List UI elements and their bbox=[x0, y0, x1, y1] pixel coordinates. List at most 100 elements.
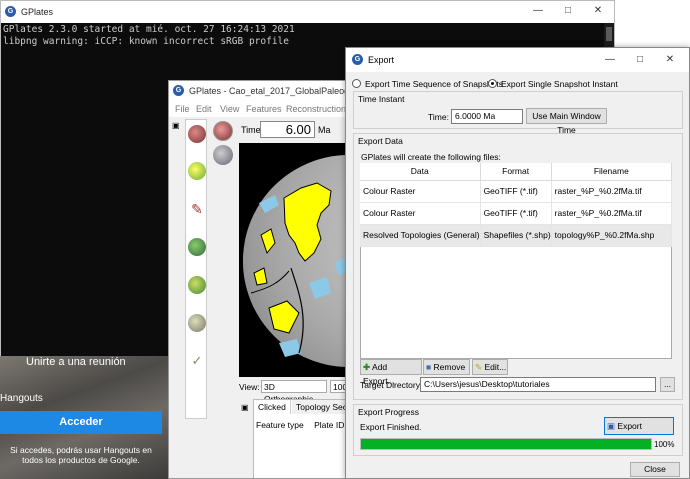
small-circle-icon[interactable] bbox=[188, 314, 206, 332]
table-row[interactable]: Resolved Topologies (General) Shapefiles… bbox=[360, 224, 673, 247]
target-directory-input[interactable]: C:\Users\jesus\Desktop\tutoriales bbox=[420, 377, 656, 392]
view-label: View: bbox=[239, 382, 260, 392]
gplates-main-window: G GPlates - Cao_etal_2017_GlobalPaleogeo… bbox=[168, 80, 353, 479]
export-dialog: G Export — □ ✕ Export Time Sequence of S… bbox=[345, 47, 690, 479]
menu-features[interactable]: Features bbox=[246, 104, 282, 114]
column-filename[interactable]: Filename bbox=[551, 163, 673, 181]
dock-icon[interactable]: ▣ bbox=[241, 403, 249, 412]
topology-icon[interactable] bbox=[188, 238, 206, 256]
hangouts-header: Hangouts bbox=[0, 393, 43, 404]
close-icon[interactable]: ✕ bbox=[662, 54, 678, 65]
edit-icon: ✎ bbox=[475, 362, 483, 372]
feature-tabs: Clicked Topology Sec Feature type Plate … bbox=[253, 399, 352, 478]
cell-format: Shapefiles (*.shp) bbox=[480, 224, 552, 247]
add-icon: ✚ bbox=[363, 362, 371, 372]
hangouts-panel: Unirte a una reunión Hangouts Acceder Si… bbox=[0, 356, 172, 479]
time-input[interactable]: 6.0000 Ma bbox=[451, 109, 523, 124]
column-data[interactable]: Data bbox=[360, 163, 481, 181]
view-controls: View: 3D Orthographic 100 bbox=[239, 379, 352, 404]
cell-format: GeoTIFF (*.tif) bbox=[480, 180, 552, 203]
main-titlebar: G GPlates - Cao_etal_2017_GlobalPaleogeo… bbox=[169, 81, 352, 101]
table-row[interactable]: Colour Raster GeoTIFF (*.tif) raster_%P_… bbox=[360, 202, 673, 225]
export-titlebar: G Export — □ ✕ bbox=[346, 48, 689, 72]
target-directory-label: Target Directory: bbox=[360, 380, 423, 390]
add-export-button[interactable]: ✚ Add Export... bbox=[360, 359, 422, 386]
tab-clicked[interactable]: Clicked bbox=[254, 400, 291, 414]
dock-icon[interactable]: ▣ bbox=[172, 121, 180, 130]
choose-feature-icon[interactable] bbox=[188, 162, 206, 180]
globe-canvas[interactable] bbox=[239, 143, 353, 377]
radio-time-sequence-label[interactable]: Export Time Sequence of Snapshots bbox=[365, 79, 503, 89]
pole-manipulation-icon[interactable] bbox=[188, 276, 206, 294]
export-progress-title: Export Progress bbox=[358, 407, 419, 417]
hangouts-description: Si accedes, podrás usar Hangouts en todo… bbox=[10, 445, 152, 465]
digitise-icon[interactable]: ✎ bbox=[188, 200, 206, 218]
time-unit: Ma bbox=[318, 125, 331, 135]
minimize-icon[interactable]: — bbox=[602, 54, 618, 65]
export-icon: ▣ bbox=[607, 421, 616, 431]
cell-data: Colour Raster bbox=[360, 202, 481, 225]
feature-table-header: Feature type Plate ID bbox=[256, 420, 344, 430]
zoom-globe-icon[interactable] bbox=[213, 145, 233, 165]
table-row[interactable]: Colour Raster GeoTIFF (*.tif) raster_%P_… bbox=[360, 180, 673, 203]
measure-icon[interactable]: ✓ bbox=[188, 352, 206, 370]
radio-single-snapshot-label[interactable]: Export Single Snapshot Instant bbox=[501, 79, 618, 89]
progress-percent: 100% bbox=[654, 440, 675, 449]
close-button[interactable]: Close bbox=[630, 462, 680, 477]
console-title: GPlates bbox=[21, 7, 54, 17]
cell-data: Resolved Topologies (General) bbox=[360, 224, 481, 247]
export-progress-bar bbox=[360, 438, 652, 450]
gplates-app-icon: G bbox=[5, 6, 16, 17]
tool-palette: ✎ ✓ bbox=[185, 119, 207, 419]
time-instant-title: Time Instant bbox=[358, 94, 405, 104]
table-header-row: Data Format Filename bbox=[360, 163, 673, 181]
tab-topology-sections[interactable]: Topology Sec bbox=[292, 400, 352, 414]
gplates-app-icon: G bbox=[352, 54, 363, 65]
edit-button[interactable]: ✎ Edit... bbox=[472, 359, 508, 375]
gplates-app-icon: G bbox=[173, 85, 184, 96]
acceder-button[interactable]: Acceder bbox=[0, 411, 162, 434]
export-title: Export bbox=[368, 55, 395, 65]
console-titlebar: G GPlates — □ ✕ bbox=[1, 1, 614, 23]
join-meeting-text[interactable]: Unirte a una reunión bbox=[26, 356, 126, 368]
export-data-title: Export Data bbox=[358, 136, 403, 146]
cell-filename: topology%P_%0.2fMa.shp bbox=[551, 224, 673, 247]
maximize-icon[interactable]: □ bbox=[632, 54, 648, 65]
tool-options bbox=[209, 119, 237, 171]
cell-filename: raster_%P_%0.2fMa.tif bbox=[551, 180, 673, 203]
drag-globe-icon[interactable] bbox=[188, 125, 206, 143]
use-main-window-time-button[interactable]: Use Main Window Time bbox=[526, 108, 607, 135]
drag-globe-icon[interactable] bbox=[213, 121, 233, 141]
remove-button[interactable]: ■ Remove bbox=[423, 359, 470, 375]
menu-edit[interactable]: Edit bbox=[196, 104, 212, 114]
export-table: Data Format Filename Colour Raster GeoTI… bbox=[360, 163, 673, 247]
time-input[interactable]: 6.00 bbox=[260, 121, 315, 138]
column-feature-type[interactable]: Feature type bbox=[256, 420, 304, 430]
radio-single-snapshot[interactable] bbox=[488, 79, 497, 88]
globe-graphic[interactable] bbox=[239, 143, 353, 377]
close-icon[interactable]: ✕ bbox=[590, 5, 606, 16]
export-snapshot-button[interactable]: ▣ Export Snapshot bbox=[604, 417, 674, 447]
menu-bar: File Edit View Features Reconstruction bbox=[169, 101, 352, 117]
projection-select[interactable]: 3D Orthographic bbox=[261, 380, 327, 404]
menu-view[interactable]: View bbox=[220, 104, 239, 114]
cell-format: GeoTIFF (*.tif) bbox=[480, 202, 552, 225]
scrollbar-thumb[interactable] bbox=[606, 27, 612, 41]
progress-fill bbox=[361, 439, 651, 449]
cell-data: Colour Raster bbox=[360, 180, 481, 203]
will-create-text: GPlates will create the following files: bbox=[361, 152, 501, 162]
column-format[interactable]: Format bbox=[480, 163, 552, 181]
time-label: Time: bbox=[428, 112, 449, 122]
radio-time-sequence[interactable] bbox=[352, 79, 361, 88]
remove-label: Remove bbox=[433, 362, 466, 372]
minimize-icon[interactable]: — bbox=[530, 5, 546, 16]
maximize-icon[interactable]: □ bbox=[560, 5, 576, 16]
menu-file[interactable]: File bbox=[175, 104, 190, 114]
browse-button[interactable]: ... bbox=[660, 377, 675, 392]
terminal-line: GPlates 2.3.0 started at mié. oct. 27 16… bbox=[3, 24, 295, 35]
edit-label: Edit... bbox=[484, 362, 507, 372]
export-status: Export Finished. bbox=[360, 422, 422, 432]
menu-reconstruction[interactable]: Reconstruction bbox=[286, 104, 346, 114]
column-plate-id[interactable]: Plate ID bbox=[314, 420, 344, 430]
cell-filename: raster_%P_%0.2fMa.tif bbox=[551, 202, 673, 225]
